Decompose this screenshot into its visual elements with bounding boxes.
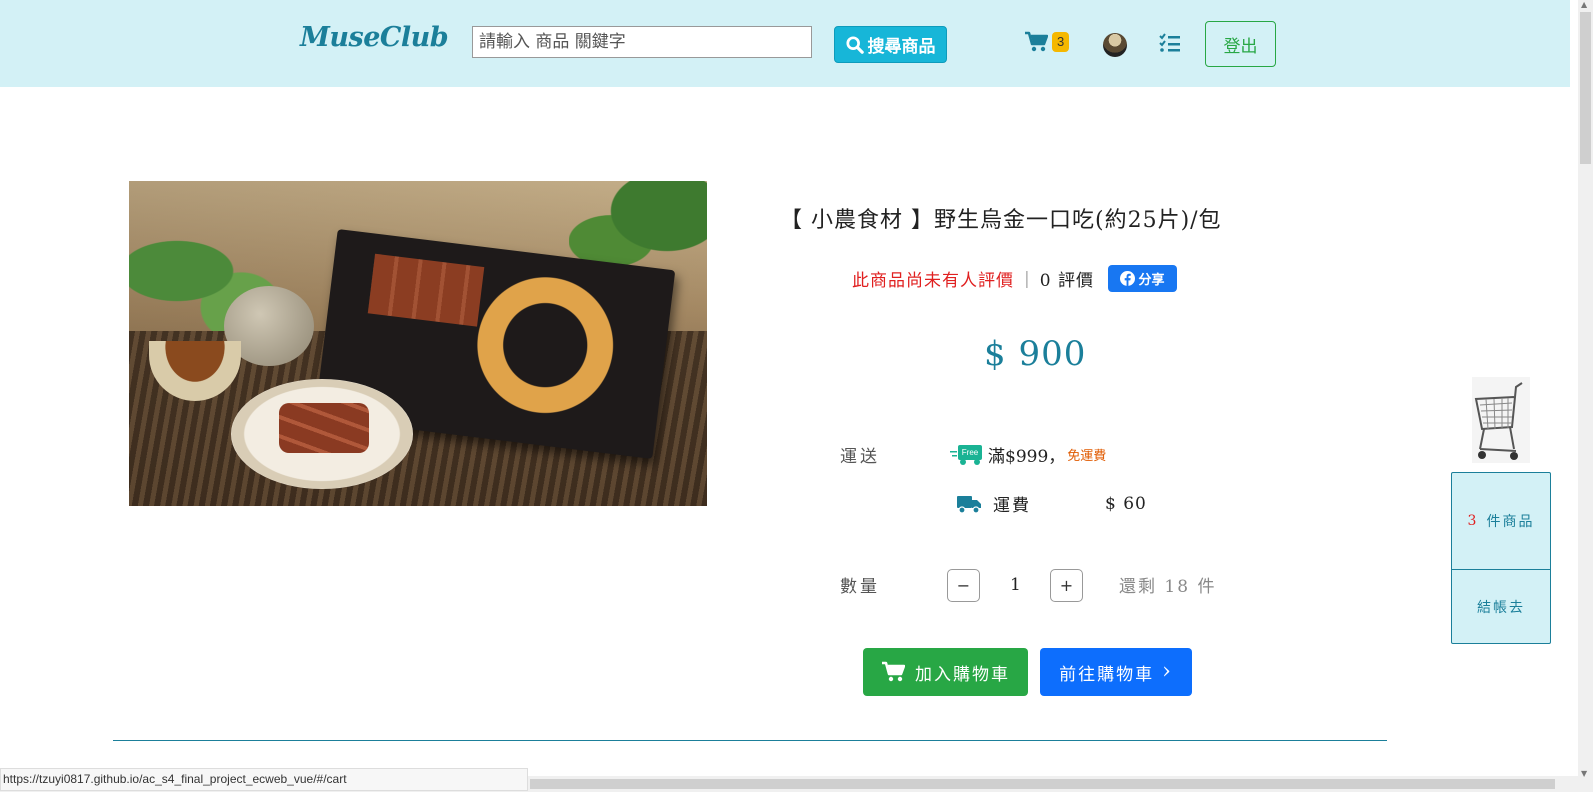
search-input[interactable] — [472, 26, 812, 58]
quantity-decrease-button[interactable]: − — [947, 569, 980, 602]
free-threshold: 滿$999， — [988, 447, 1066, 467]
go-to-cart-label: 前往購物車 — [1059, 664, 1155, 685]
floating-cart-number: 3 — [1467, 513, 1479, 529]
shipping-label: 運送 — [840, 447, 880, 467]
stock-remaining: 還剩 18 件 — [1119, 577, 1217, 597]
truck-icon — [957, 495, 981, 514]
shipping-fee-value: $ 60 — [1105, 493, 1147, 514]
share-label: 分享 — [1138, 272, 1165, 287]
facebook-share-button[interactable]: 分享 — [1107, 265, 1177, 292]
order-list-link[interactable] — [1159, 33, 1181, 57]
product-title: 【 小農食材 】野生烏金一口吃(約25片)/包 — [780, 208, 1222, 233]
floating-checkout-button[interactable]: 結帳去 — [1452, 570, 1550, 643]
floating-cart-count[interactable]: 3 件商品 — [1452, 473, 1550, 570]
task-list-icon — [1159, 33, 1180, 52]
no-review-text: 此商品尚未有人評價 — [852, 271, 1014, 291]
shipping-fee-row: 運費 $ 60 — [957, 491, 1147, 516]
free-shipping-row: Free 滿$999， 免運費 — [950, 442, 1106, 467]
facebook-icon — [1120, 271, 1136, 286]
free-shipping-note: 免運費 — [1067, 449, 1107, 464]
avatar[interactable] — [1103, 33, 1127, 57]
logout-button[interactable]: 登出 — [1205, 21, 1276, 67]
shipping-fee-label: 運費 — [993, 496, 1031, 516]
svg-text:Free: Free — [962, 448, 979, 457]
quantity-label: 數量 — [840, 577, 880, 597]
go-to-cart-button[interactable]: 前往購物車 › — [1040, 648, 1192, 696]
vertical-scrollbar[interactable]: ▲ ▼ — [1578, 0, 1593, 792]
status-bar-url: https://tzuyi0817.github.io/ac_s4_final_… — [0, 768, 528, 791]
floating-cart-panel: 3 件商品 結帳去 — [1451, 472, 1551, 644]
cart-link[interactable]: 3 — [1024, 31, 1070, 53]
search-button-label: 搜尋商品 — [867, 37, 936, 56]
quantity-increase-button[interactable]: + — [1050, 569, 1083, 602]
rating-row: 此商品尚未有人評價 | 0 評價 分享 — [852, 265, 1177, 292]
cart-count-badge: 3 — [1052, 32, 1070, 52]
free-shipping-truck-icon: Free — [950, 444, 982, 465]
quantity-value: 1 — [1010, 575, 1021, 595]
brand-logo[interactable]: MuseClub — [300, 22, 449, 53]
vertical-scrollbar-thumb[interactable] — [1580, 12, 1591, 164]
horizontal-scrollbar-thumb[interactable] — [530, 779, 1555, 789]
separator: | — [1024, 268, 1030, 289]
cart-icon — [1025, 31, 1048, 52]
add-to-cart-label: 加入購物車 — [915, 664, 1010, 685]
product-price: $ 900 — [984, 334, 1087, 374]
floating-cart-suffix: 件商品 — [1486, 514, 1535, 530]
search-icon — [845, 35, 864, 54]
shopping-cart-icon — [882, 661, 905, 682]
review-count: 0 評價 — [1039, 271, 1094, 291]
add-to-cart-button[interactable]: 加入購物車 — [863, 648, 1028, 696]
search-button[interactable]: 搜尋商品 — [834, 26, 947, 63]
chevron-right-icon: › — [1162, 659, 1173, 684]
product-image — [129, 181, 707, 506]
navbar: MuseClub 搜尋商品 3 登出 — [0, 0, 1570, 87]
section-divider — [113, 740, 1387, 741]
shopping-trolley-icon[interactable] — [1472, 377, 1530, 463]
